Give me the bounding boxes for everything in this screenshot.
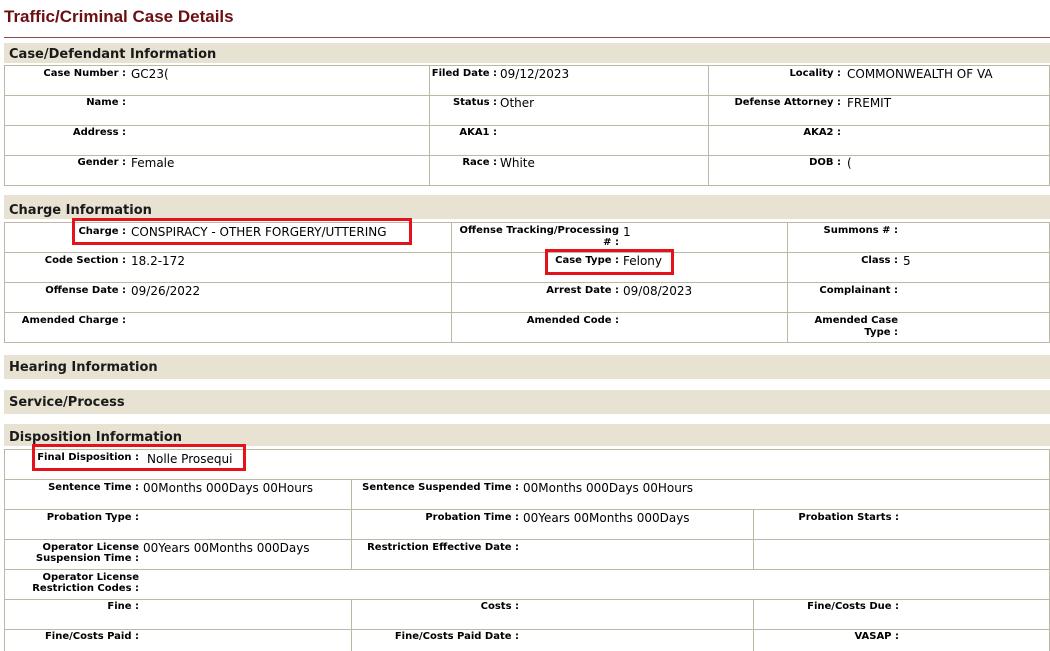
redaction-case-number	[168, 66, 206, 82]
complainant-label: Complainant :	[819, 285, 898, 296]
dob-label: DOB :	[809, 157, 841, 168]
case-number-label: Case Number :	[43, 68, 126, 79]
sentence-time-value: 00Months 000Days 00Hours	[143, 481, 314, 495]
locality-label: Locality :	[789, 68, 841, 79]
filed-date-label: Filed Date :	[431, 68, 497, 79]
section-header-disposition: Disposition Information	[4, 424, 1050, 446]
gender-label: Gender :	[77, 157, 126, 168]
address-label: Address :	[72, 127, 126, 138]
status-label: Status :	[452, 97, 497, 108]
defense-attorney-label: Defense Attorney :	[734, 97, 841, 108]
offense-tracking-label: Offense Tracking/Processing	[459, 225, 619, 236]
race-label: Race :	[462, 157, 497, 168]
gender-value: Female	[131, 156, 175, 170]
probation-time-value: 00Years 00Months 000Days	[523, 511, 690, 525]
defense-attorney-value: FREMIT	[847, 96, 892, 110]
locality-value: COMMONWEALTH OF VA	[847, 67, 993, 81]
class-label: Class :	[861, 255, 898, 266]
sentence-suspended-value: 00Months 000Days 00Hours	[523, 481, 694, 495]
restriction-date-label: Restriction Effective Date :	[367, 542, 519, 553]
fine-costs-due-label: Fine/Costs Due :	[807, 601, 899, 612]
sentence-suspended-label: Sentence Suspended Time :	[362, 482, 519, 493]
offense-tracking-value: 1	[623, 225, 631, 239]
summons-label: Summons # :	[823, 225, 898, 236]
highlight-charge	[72, 218, 412, 245]
probation-starts-label: Probation Starts :	[798, 512, 899, 523]
section-title-charge: Charge Information	[9, 203, 152, 218]
section-header-charge: Charge Information	[4, 195, 1050, 219]
arrest-date-label: Arrest Date :	[546, 285, 619, 296]
section-header-hearing[interactable]: Hearing Information	[4, 355, 1050, 379]
ol-suspension-label-line2: Suspension Time :	[35, 553, 139, 564]
highlight-final-disposition	[32, 444, 246, 471]
costs-label: Costs :	[480, 601, 519, 612]
sentence-time-label: Sentence Time :	[48, 482, 139, 493]
offense-date-label: Offense Date :	[45, 285, 126, 296]
class-value: 5	[903, 254, 911, 268]
section-title-hearing: Hearing Information	[9, 360, 158, 375]
ol-restriction-label-line2: Restriction Codes :	[32, 583, 139, 594]
amended-code-label: Amended Code :	[526, 315, 619, 326]
section-header-case: Case/Defendant Information	[4, 43, 1050, 63]
probation-time-label: Probation Time :	[425, 512, 519, 523]
ol-suspension-value: 00Years 00Months 000Days	[143, 541, 310, 555]
amended-charge-label: Amended Charge :	[21, 315, 126, 326]
arrest-date-value: 09/08/2023	[623, 284, 693, 298]
section-title-service: Service/Process	[9, 395, 125, 410]
amended-case-type-label-line2: Type :	[864, 327, 898, 338]
title-divider	[4, 37, 1050, 38]
fine-costs-paid-label: Fine/Costs Paid :	[44, 631, 139, 642]
probation-type-label: Probation Type :	[46, 512, 139, 523]
section-title-disposition: Disposition Information	[9, 430, 183, 445]
highlight-case-type	[545, 249, 674, 275]
code-section-value: 18.2-172	[131, 254, 185, 268]
aka2-label: AKA2 :	[803, 127, 841, 138]
section-header-service[interactable]: Service/Process	[4, 390, 1050, 414]
filed-date-value: 09/12/2023	[500, 67, 570, 81]
aka1-label: AKA1 :	[459, 127, 497, 138]
vasap-label: VASAP :	[854, 631, 899, 642]
race-value: White	[500, 156, 535, 170]
offense-date-value: 09/26/2022	[131, 284, 201, 298]
fine-label: Fine :	[107, 601, 139, 612]
status-value: Other	[500, 96, 535, 110]
code-section-label: Code Section :	[44, 255, 126, 266]
section-title-case: Case/Defendant Information	[9, 47, 217, 62]
dob-value: (	[847, 156, 852, 170]
amended-case-type-label: Amended Case	[814, 315, 898, 326]
fine-costs-paid-date-label: Fine/Costs Paid Date :	[394, 631, 519, 642]
page-title: Traffic/Criminal Case Details	[4, 7, 234, 26]
offense-tracking-label-line2: # :	[603, 237, 619, 248]
name-label: Name :	[86, 97, 126, 108]
